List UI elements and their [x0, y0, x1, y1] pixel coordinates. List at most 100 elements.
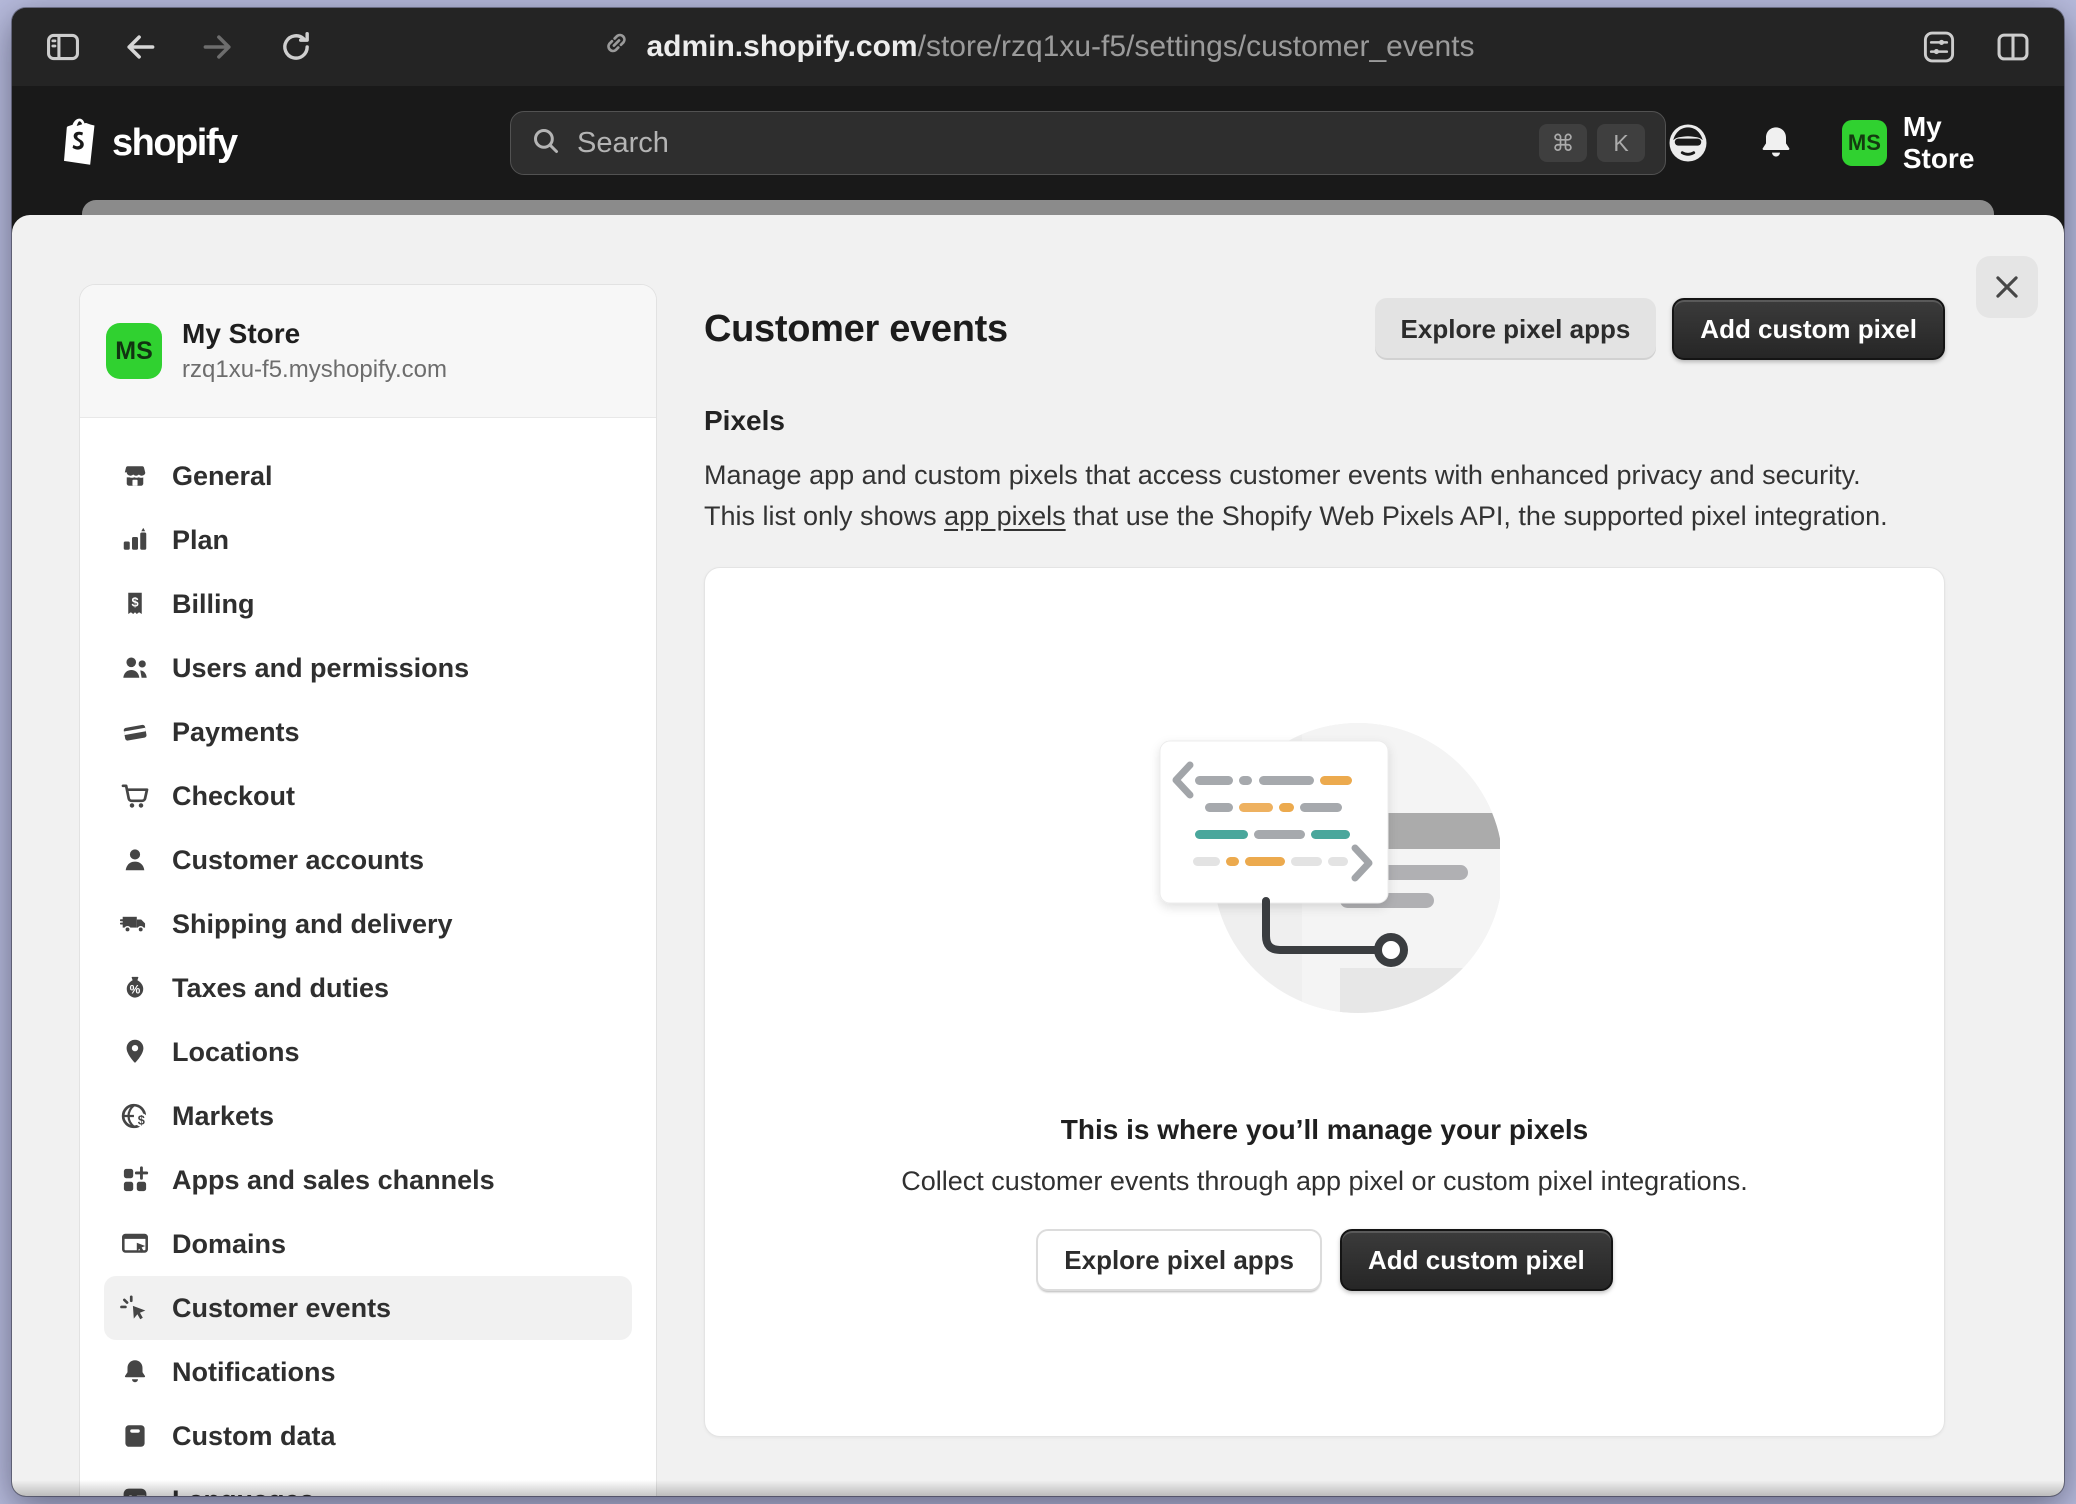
pixels-empty-state-card: This is where you’ll manage your pixels … [704, 567, 1945, 1437]
extensions-icon[interactable] [1922, 30, 1956, 64]
empty-state-subtext: Collect customer events through app pixe… [901, 1163, 1747, 1199]
notifications-bell-icon[interactable] [1756, 123, 1796, 163]
description-line1: Manage app and custom pixels that access… [704, 455, 1945, 496]
sidebar-item-label: General [172, 461, 273, 492]
store-domain: rzq1xu-f5.myshopify.com [182, 356, 447, 384]
sidebar-item-checkout[interactable]: Checkout [104, 764, 632, 828]
reload-button-icon[interactable] [278, 29, 314, 65]
settings-main: Customer events Explore pixel apps Add c… [657, 284, 2064, 1496]
truck-icon [120, 909, 150, 939]
svg-text:$: $ [138, 1112, 145, 1127]
account-name: My Store [1903, 111, 2018, 175]
add-custom-pixel-button[interactable]: Add custom pixel [1672, 298, 1945, 360]
split-view-icon[interactable] [1996, 30, 2030, 64]
store-icon [120, 461, 150, 491]
sidebar-item-languages[interactable]: A Languages [104, 1468, 632, 1496]
pixel-icon [120, 1293, 150, 1323]
sidebar-item-markets[interactable]: $ Markets [104, 1084, 632, 1148]
sidekick-icon[interactable] [1666, 121, 1710, 165]
account-avatar: MS [1842, 120, 1887, 166]
empty-add-custom-pixel-button[interactable]: Add custom pixel [1340, 1229, 1613, 1291]
empty-state-heading: This is where you’ll manage your pixels [1061, 1111, 1589, 1149]
empty-explore-pixel-apps-button[interactable]: Explore pixel apps [1036, 1229, 1322, 1291]
sidebar-item-locations[interactable]: Locations [104, 1020, 632, 1084]
cart-icon [120, 781, 150, 811]
search-icon [531, 126, 561, 161]
page-title: Customer events [704, 308, 1008, 351]
person-icon [120, 845, 150, 875]
sidebar-item-label: Taxes and duties [172, 973, 389, 1004]
link-icon [601, 28, 631, 66]
settings-modal: MS My Store rzq1xu-f5.myshopify.com Gene… [12, 215, 2064, 1496]
sidebar-item-customer-accounts[interactable]: Customer accounts [104, 828, 632, 892]
sidebar-item-label: Markets [172, 1101, 274, 1132]
shopify-wordmark: shopify [112, 122, 237, 165]
sidebar-item-apps-and-sales-channels[interactable]: Apps and sales channels [104, 1148, 632, 1212]
sidebar-item-label: Users and permissions [172, 653, 469, 684]
account-menu[interactable]: MS My Store [1842, 111, 2018, 175]
sidebar-item-general[interactable]: General [104, 444, 632, 508]
description-line2-pre: This list only shows [704, 501, 944, 531]
apps-icon [120, 1165, 150, 1195]
sidebar-item-billing[interactable]: $ Billing [104, 572, 632, 636]
sidebar-item-taxes-and-duties[interactable]: % Taxes and duties [104, 956, 632, 1020]
kbd-command: ⌘ [1539, 124, 1587, 162]
sidebar-item-payments[interactable]: Payments [104, 700, 632, 764]
kbd-k: K [1597, 124, 1645, 162]
forward-button-icon[interactable] [200, 29, 236, 65]
shopify-logo[interactable]: shopify [58, 117, 510, 170]
store-name: My Store [182, 318, 447, 350]
address-bar[interactable]: admin.shopify.com/store/rzq1xu-f5/settin… [601, 28, 1474, 66]
sidebar-item-label: Plan [172, 525, 229, 556]
sidebar-item-label: Payments [172, 717, 300, 748]
sidebar-item-label: Domains [172, 1229, 286, 1260]
shopify-topbar: shopify Search ⌘ K MS My Store [12, 86, 2064, 200]
plan-icon [120, 525, 150, 555]
settings-overlay: MS My Store rzq1xu-f5.myshopify.com Gene… [12, 200, 2064, 1496]
location-icon [120, 1037, 150, 1067]
payments-icon [120, 717, 150, 747]
sidebar-toggle-icon[interactable] [46, 30, 80, 64]
sidebar-item-label: Custom data [172, 1421, 336, 1452]
settings-sidebar: MS My Store rzq1xu-f5.myshopify.com Gene… [79, 284, 657, 1496]
sidebar-item-customer-events[interactable]: Customer events [104, 1276, 632, 1340]
url-host: admin.shopify.com [646, 30, 917, 63]
sidebar-item-label: Locations [172, 1037, 300, 1068]
sidebar-item-label: Checkout [172, 781, 295, 812]
tax-icon: % [120, 973, 150, 1003]
domains-icon [120, 1229, 150, 1259]
sidebar-item-notifications[interactable]: Notifications [104, 1340, 632, 1404]
sidebar-item-domains[interactable]: Domains [104, 1212, 632, 1276]
back-button-icon[interactable] [122, 29, 158, 65]
store-header[interactable]: MS My Store rzq1xu-f5.myshopify.com [80, 285, 656, 418]
pixels-illustration [1150, 713, 1500, 1025]
search-placeholder: Search [577, 127, 1523, 160]
sidebar-item-label: Billing [172, 589, 255, 620]
browser-toolbar: admin.shopify.com/store/rzq1xu-f5/settin… [12, 8, 2064, 86]
sidebar-item-label: Customer accounts [172, 845, 424, 876]
bell-icon [120, 1357, 150, 1387]
sidebar-item-custom-data[interactable]: Custom data [104, 1404, 632, 1468]
url-path: /store/rzq1xu-f5/settings/customer_event… [918, 30, 1475, 63]
pixels-description: Manage app and custom pixels that access… [704, 455, 1945, 537]
pixels-heading: Pixels [704, 405, 1945, 437]
svg-text:A: A [126, 1493, 136, 1496]
database-icon [120, 1421, 150, 1451]
search-input[interactable]: Search ⌘ K [510, 111, 1666, 175]
explore-pixel-apps-button[interactable]: Explore pixel apps [1375, 298, 1657, 360]
shopify-bag-icon [58, 117, 100, 170]
close-button[interactable] [1976, 256, 2038, 318]
billing-icon: $ [120, 589, 150, 619]
sidebar-item-shipping-and-delivery[interactable]: Shipping and delivery [104, 892, 632, 956]
svg-text:$: $ [131, 594, 138, 609]
sidebar-item-users-and-permissions[interactable]: Users and permissions [104, 636, 632, 700]
sidebar-item-label: Customer events [172, 1293, 391, 1324]
globe-icon: $ [120, 1101, 150, 1131]
sidebar-item-label: Shipping and delivery [172, 909, 453, 940]
close-icon [1993, 273, 2021, 301]
app-pixels-link[interactable]: app pixels [944, 501, 1066, 531]
language-icon: A [120, 1485, 150, 1496]
sidebar-item-plan[interactable]: Plan [104, 508, 632, 572]
sidebar-item-label: Languages [172, 1485, 315, 1497]
sidebar-item-label: Apps and sales channels [172, 1165, 495, 1196]
